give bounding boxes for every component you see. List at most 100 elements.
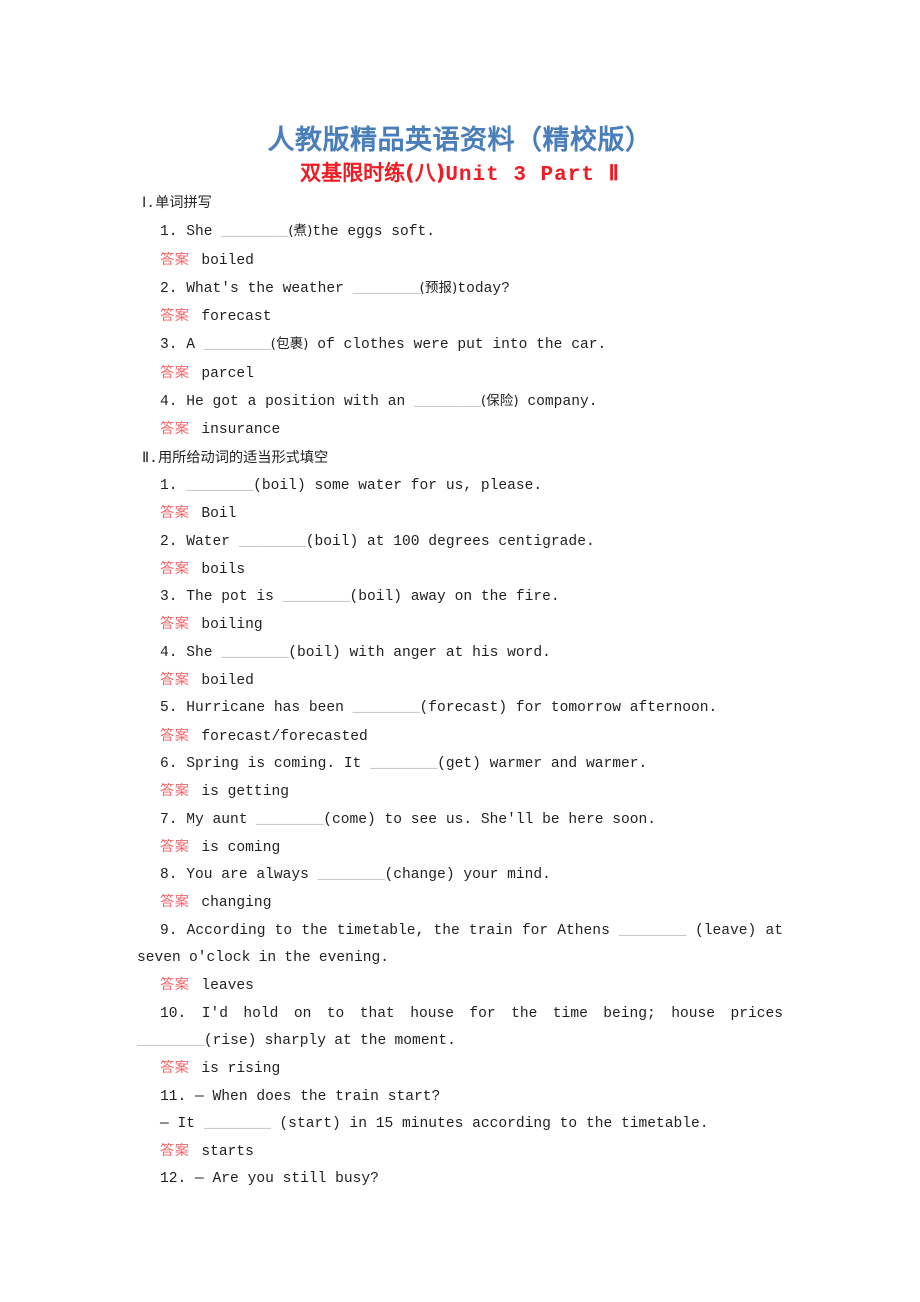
- answer-value: changing: [201, 895, 272, 912]
- answer-label: 答案: [160, 421, 190, 438]
- answer-blank: ________: [221, 644, 289, 661]
- question-text-tail: (forecast) for tomorrow afternoon.: [419, 700, 718, 717]
- question-line-reply: — It ________ (start) in 15 minutes acco…: [137, 1111, 783, 1138]
- answer-value: is getting: [201, 784, 289, 801]
- question-line: 8. You are always ________(change) your …: [137, 862, 783, 889]
- question-text: 4. She: [160, 644, 222, 661]
- answer-value: boiled: [201, 673, 254, 690]
- question-line: 3. The pot is ________(boil) away on the…: [137, 584, 783, 611]
- question-text-tail: (start) in 15 minutes according to the t…: [270, 1115, 709, 1132]
- question-line: 3. A ________(包裹) of clothes were put in…: [137, 331, 783, 359]
- question-text: 9. According to the timetable, the train…: [160, 922, 619, 939]
- question-line: 11. — When does the train start?: [137, 1084, 783, 1111]
- chinese-hint: (包裹): [270, 336, 309, 353]
- answer-row: 答案 boiled: [137, 667, 783, 695]
- chinese-hint: (保险): [480, 393, 519, 410]
- document-title-latin: Unit 3 Part Ⅱ: [445, 164, 620, 187]
- question-line: 12. — Are you still busy?: [137, 1166, 783, 1193]
- answer-value: forecast/forecasted: [201, 728, 368, 745]
- answer-blank: ________: [203, 337, 271, 354]
- answer-row: 答案 changing: [137, 889, 783, 917]
- question-text: 8. You are always: [160, 867, 318, 884]
- answer-value: boils: [201, 561, 246, 578]
- question-line: 6. Spring is coming. It ________(get) wa…: [137, 751, 783, 778]
- question-text-tail: company.: [518, 394, 598, 411]
- answer-blank: ________: [256, 811, 324, 828]
- answer-value: Boil: [201, 506, 237, 523]
- question-line: 2. Water ________(boil) at 100 degrees c…: [137, 529, 783, 556]
- answer-blank: ________: [221, 224, 289, 241]
- question-text-tail: (rise) sharply at the moment.: [203, 1032, 456, 1049]
- answer-value: starts: [201, 1144, 254, 1161]
- question-text: 2. What's the weather: [160, 280, 353, 297]
- question-line: 1. She ________(煮)the eggs soft.: [137, 218, 783, 246]
- question-line: 10. I'd hold on to that house for the ti…: [137, 1001, 783, 1056]
- question-text: 3. A: [160, 337, 204, 354]
- question-text-tail: the eggs soft.: [312, 224, 435, 241]
- document-title-cn: 双基限时练(八): [300, 161, 446, 185]
- answer-value: is rising: [201, 1061, 281, 1078]
- question-text: 6. Spring is coming. It: [160, 755, 371, 772]
- question-text-tail: of clothes were put into the car.: [308, 337, 607, 354]
- question-text: 10. I'd hold on to that house for the ti…: [160, 1005, 783, 1022]
- question-text-tail: today?: [457, 280, 510, 297]
- answer-label: 答案: [160, 560, 190, 577]
- answer-row: 答案 boiling: [137, 611, 783, 639]
- question-text-tail: (get) warmer and warmer.: [437, 755, 648, 772]
- question-text: 5. Hurricane has been: [160, 700, 353, 717]
- answer-label: 答案: [160, 727, 190, 744]
- question-text-tail: (boil) away on the fire.: [349, 589, 560, 606]
- answer-label: 答案: [160, 1143, 190, 1160]
- question-text: 1.: [160, 477, 187, 494]
- answer-blank: ________: [186, 477, 254, 494]
- answer-row: 答案 boils: [137, 556, 783, 584]
- answer-label: 答案: [160, 1060, 190, 1077]
- answer-label: 答案: [160, 838, 190, 855]
- answer-label: 答案: [160, 251, 190, 268]
- answer-value: leaves: [201, 978, 254, 995]
- answer-value: forecast: [201, 309, 272, 326]
- document-body: Ⅰ.单词拼写 1. She ________(煮)the eggs soft. 答案…: [137, 190, 783, 1194]
- section-heading-label: 单词拼写: [155, 195, 212, 211]
- question-text-tail: (boil) at 100 degrees centigrade.: [305, 533, 595, 550]
- question-text: 3. The pot is: [160, 589, 283, 606]
- answer-row: 答案 parcel: [137, 360, 783, 388]
- answer-blank: ________: [317, 867, 385, 884]
- section-number: Ⅰ.: [142, 196, 156, 212]
- answer-blank: ________: [203, 1115, 271, 1132]
- question-text: 12. — Are you still busy?: [160, 1171, 379, 1188]
- answer-row: 答案 is rising: [137, 1055, 783, 1083]
- question-text: 2. Water: [160, 533, 239, 550]
- question-text: 11. — When does the train start?: [160, 1088, 441, 1105]
- question-text: 1. She: [160, 224, 222, 241]
- answer-blank: ________: [137, 1032, 204, 1049]
- question-line: 4. She ________(boil) with anger at his …: [137, 640, 783, 667]
- question-text: 4. He got a position with an: [160, 394, 414, 411]
- question-text-tail: (boil) some water for us, please.: [253, 477, 543, 494]
- section-number: Ⅱ.: [142, 450, 158, 467]
- answer-label: 答案: [160, 616, 190, 633]
- question-line: 7. My aunt ________(come) to see us. She…: [137, 807, 783, 834]
- question-text-tail: (change) your mind.: [384, 867, 551, 884]
- answer-row: 答案 starts: [137, 1138, 783, 1166]
- question-text-tail: (come) to see us. She'll be here soon.: [323, 811, 657, 828]
- answer-blank: ________: [282, 589, 350, 606]
- question-line: 2. What's the weather ________(预报)today?: [137, 275, 783, 303]
- answer-value: boiling: [201, 617, 263, 634]
- answer-row: 答案 Boil: [137, 500, 783, 528]
- question-text: — It: [160, 1115, 204, 1132]
- answer-label: 答案: [160, 894, 190, 911]
- answer-blank: ________: [238, 533, 306, 550]
- answer-value: is coming: [201, 839, 281, 856]
- answer-row: 答案 is getting: [137, 778, 783, 806]
- answer-value: insurance: [201, 422, 281, 439]
- document-banner-heading: 人教版精品英语资料（精校版）: [267, 125, 653, 156]
- answer-label: 答案: [160, 364, 190, 381]
- answer-row: 答案 leaves: [137, 972, 783, 1000]
- answer-label: 答案: [160, 672, 190, 689]
- answer-row: 答案 boiled: [137, 247, 783, 275]
- question-line: 5. Hurricane has been ________(forecast)…: [137, 695, 783, 722]
- answer-blank: ________: [370, 755, 438, 772]
- answer-blank: ________: [352, 700, 420, 717]
- answer-row: 答案 is coming: [137, 834, 783, 862]
